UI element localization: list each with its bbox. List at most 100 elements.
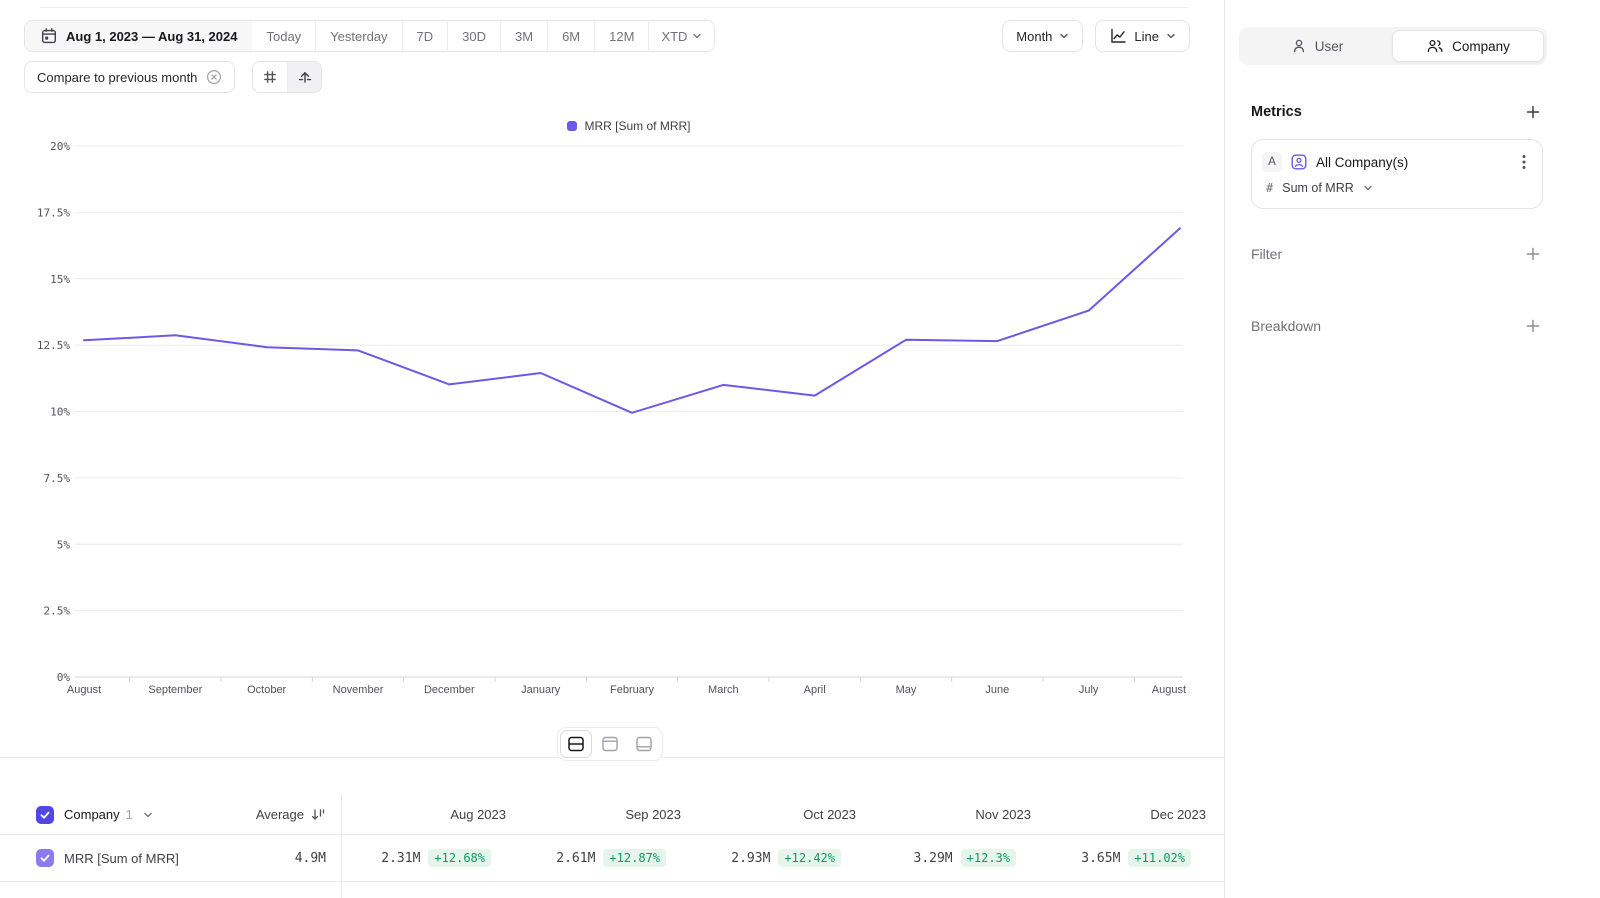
chart-type-button[interactable]: Line [1095, 20, 1190, 52]
svg-text:September: September [148, 684, 202, 696]
average-label: Average [256, 807, 304, 822]
delta-badge: +12.3% [961, 849, 1016, 867]
plus-icon [1525, 318, 1541, 334]
top-panel-icon [600, 735, 620, 753]
svg-text:0%: 0% [57, 671, 71, 684]
metric-card-main: A All Company(s) [1262, 152, 1530, 172]
preset-today-button[interactable]: Today [252, 21, 315, 51]
svg-text:March: March [708, 684, 739, 696]
mrr-line-chart[interactable]: 0%2.5%5%7.5%10%12.5%15%17.5%20%AugustSep… [0, 0, 1224, 710]
xtd-label: XTD [661, 29, 687, 44]
close-circle-icon[interactable] [206, 69, 222, 85]
chevron-down-icon [1166, 31, 1176, 41]
add-breakdown-button[interactable] [1523, 316, 1543, 336]
delta-badge: +12.42% [778, 849, 841, 867]
table-col-header[interactable]: Aug 2023 [341, 807, 516, 822]
table-cell: 3.65M+11.02% [1041, 849, 1216, 867]
grid-toggle-button[interactable] [253, 62, 287, 92]
select-all-checkbox[interactable] [36, 806, 54, 824]
group-by-label[interactable]: Company [64, 807, 120, 822]
breakdown-section: Breakdown [1251, 316, 1543, 336]
preset-12m-button[interactable]: 12M [594, 21, 648, 51]
data-line[interactable] [84, 228, 1180, 412]
date-range-group: Aug 1, 2023 — Aug 31, 2024 TodayYesterda… [24, 20, 715, 52]
chart-type-label: Line [1134, 29, 1159, 44]
svg-text:April: April [804, 684, 826, 696]
svg-text:December: December [424, 684, 475, 696]
chevron-down-icon[interactable] [143, 810, 153, 820]
view-toggle-table[interactable] [628, 730, 660, 758]
chart-options-group [252, 61, 322, 93]
chevron-down-icon [692, 31, 702, 41]
add-filter-button[interactable] [1523, 244, 1543, 264]
table-cell: 2.93M +12.42% [691, 849, 866, 867]
date-range-label: Aug 1, 2023 — Aug 31, 2024 [66, 29, 237, 44]
table-row: MRR [Sum of MRR] 4.9M 2.31M+12.68%2.61M+… [0, 835, 1224, 882]
app-root: 0%2.5%5%7.5%10%12.5%15%17.5%20%AugustSep… [0, 0, 1600, 898]
tab-company-label: Company [1452, 39, 1510, 54]
preset-7d-button[interactable]: 7D [402, 21, 448, 51]
bottom-panel-icon [634, 735, 654, 753]
svg-text:August: August [67, 684, 101, 696]
cell-value: 2.61M [556, 851, 595, 866]
plus-icon [1525, 246, 1541, 262]
table-col-header[interactable]: Dec 2023 [1041, 807, 1216, 822]
metric-menu-button[interactable] [1518, 152, 1530, 172]
table-cell: 2.61M +12.87% [516, 849, 691, 867]
preset-yesterday-button[interactable]: Yesterday [315, 21, 401, 51]
aggregation-label: Sum of MRR [1282, 181, 1354, 195]
plus-icon [1525, 104, 1541, 120]
view-toggle-split[interactable] [560, 730, 592, 758]
filter-label: Filter [1251, 246, 1282, 262]
group-count: 1 [126, 807, 133, 822]
metrics-heading: Metrics [1251, 104, 1302, 120]
sort-icon [310, 808, 326, 822]
svg-text:July: July [1079, 684, 1099, 696]
svg-text:October: October [247, 684, 286, 696]
breakdown-label: Breakdown [1251, 318, 1321, 334]
add-metric-button[interactable] [1523, 102, 1543, 122]
compare-chip-label: Compare to previous month [37, 70, 197, 85]
annotations-toggle-button[interactable] [287, 62, 321, 92]
cell-value: 2.93M [731, 851, 770, 866]
svg-text:June: June [985, 684, 1009, 696]
table-header-row: Company 1 Average [0, 795, 1224, 835]
svg-text:12.5%: 12.5% [37, 339, 70, 352]
delta-badge: +12.68% [428, 849, 491, 867]
svg-text:August: August [1152, 684, 1186, 696]
granularity-button[interactable]: Month [1002, 20, 1083, 52]
svg-text:5%: 5% [57, 538, 71, 551]
filter-section: Filter [1251, 244, 1543, 264]
preset-30d-button[interactable]: 30D [447, 21, 500, 51]
svg-text:10%: 10% [50, 406, 70, 419]
preset-xtd-button[interactable]: XTD [648, 21, 714, 51]
tab-user[interactable]: User [1242, 30, 1392, 62]
table-col-header[interactable]: Oct 2023 [691, 807, 866, 822]
metric-name: All Company(s) [1316, 155, 1408, 170]
compare-chip[interactable]: Compare to previous month [24, 61, 235, 93]
arrow-up-from-line-icon [297, 69, 313, 85]
tab-user-label: User [1315, 39, 1344, 54]
toolbar-right: Month Line [1002, 20, 1190, 52]
calendar-icon [40, 27, 58, 45]
table-col-header[interactable]: Sep 2023 [516, 807, 691, 822]
metric-card[interactable]: A All Company(s) # Sum of MRR [1251, 139, 1543, 209]
company-badge-icon [1290, 153, 1308, 171]
preset-6m-button[interactable]: 6M [547, 21, 594, 51]
table-row-left: MRR [Sum of MRR] 4.9M [0, 849, 341, 867]
tab-company[interactable]: Company [1392, 30, 1544, 62]
view-toggle-chart[interactable] [594, 730, 626, 758]
table-column-divider [341, 795, 342, 898]
table-header-left: Company 1 Average [0, 806, 341, 824]
cell-value: 3.65M [1081, 851, 1120, 866]
view-toggle-group [557, 727, 663, 761]
average-column-header[interactable]: Average [256, 807, 326, 822]
preset-3m-button[interactable]: 3M [500, 21, 547, 51]
aggregation-selector[interactable]: # Sum of MRR [1262, 181, 1530, 195]
svg-text:November: November [333, 684, 384, 696]
date-range-button[interactable]: Aug 1, 2023 — Aug 31, 2024 [25, 21, 252, 51]
entity-tabs: User Company [1239, 27, 1547, 65]
table-col-header[interactable]: Nov 2023 [866, 807, 1041, 822]
row-checkbox[interactable] [36, 849, 54, 867]
delta-badge: +12.87% [603, 849, 666, 867]
